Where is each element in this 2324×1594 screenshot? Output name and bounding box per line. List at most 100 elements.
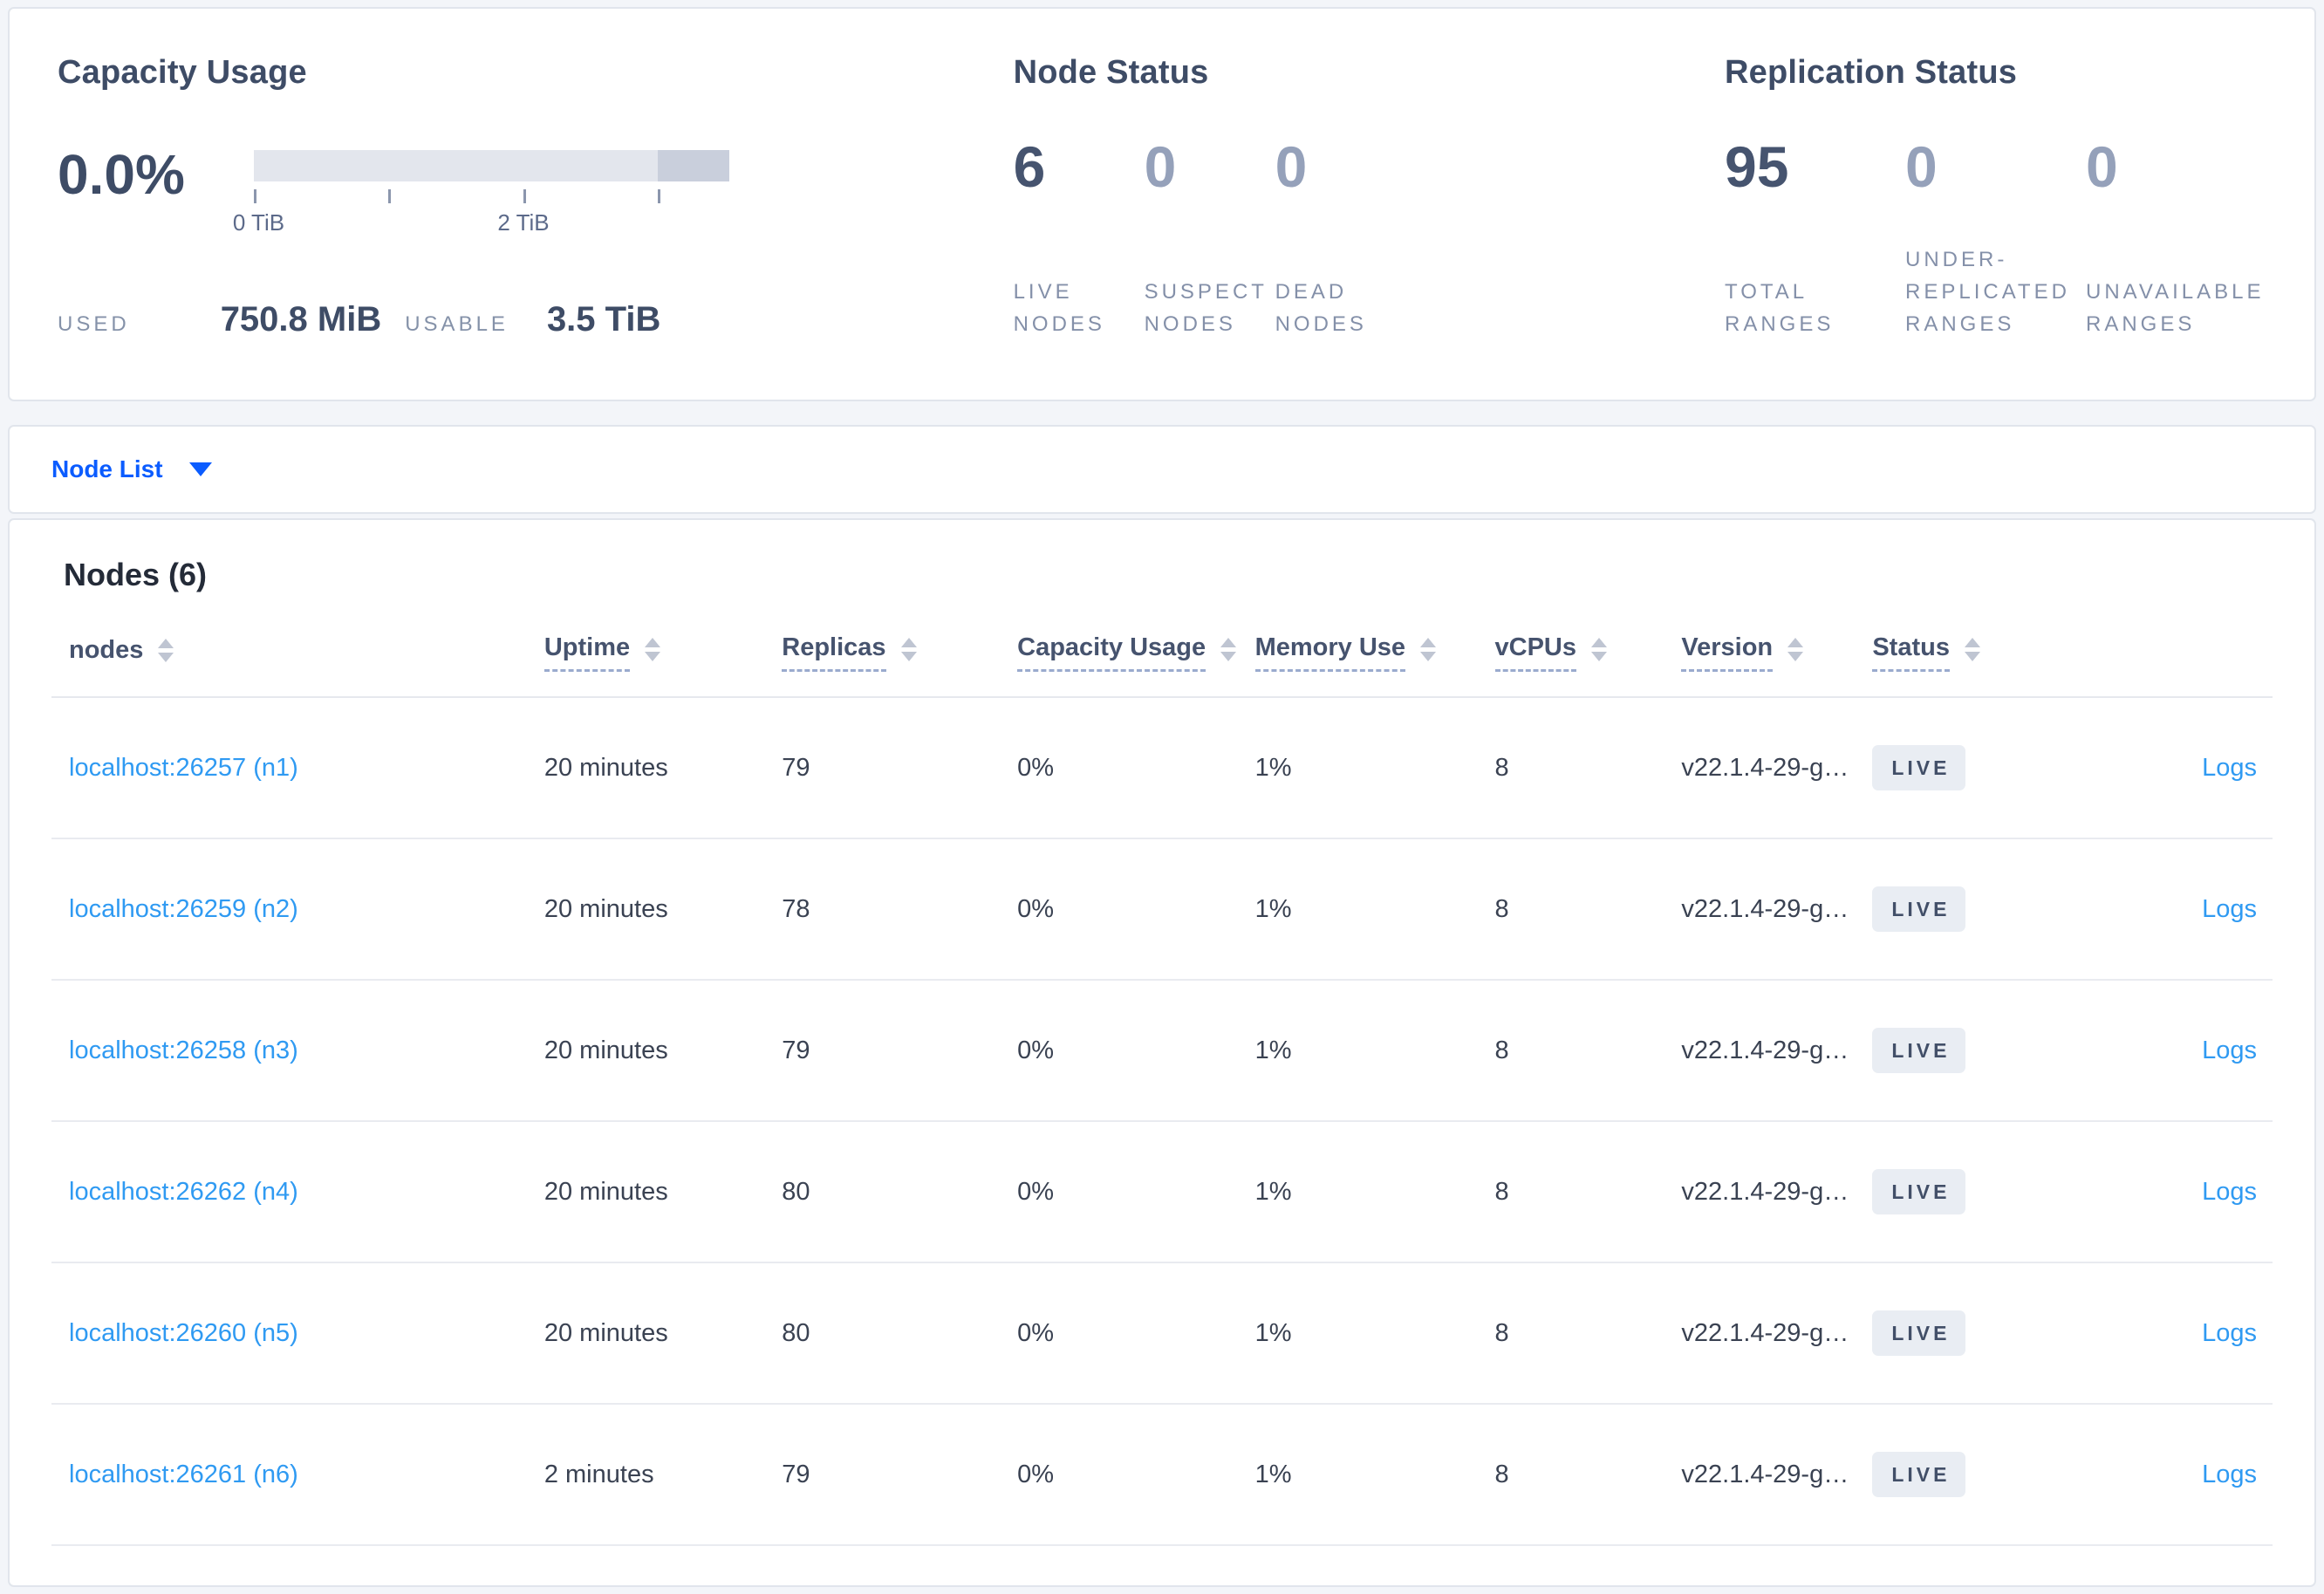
capacity-axis-ticks — [254, 189, 729, 203]
capacity-bar-dark-segment — [658, 150, 729, 181]
table-row: localhost:26261 (n6) 2 minutes 79 0% 1% 8 v22.… — [51, 1404, 2273, 1546]
logs-link[interactable]: Logs — [2202, 1461, 2257, 1488]
used-label: USED — [58, 312, 130, 336]
cluster-summary-card: Capacity Usage 0.0% 0 TiB 2 TiB USED 750… — [8, 7, 2316, 401]
node-address-link[interactable]: localhost:26258 (n3) — [69, 1036, 298, 1064]
view-selector-card: Node List — [8, 425, 2316, 514]
node-address-link[interactable]: localhost:26262 (n4) — [69, 1178, 298, 1206]
column-header-version[interactable]: Version — [1664, 633, 1856, 698]
replication-values: 95 0 0 — [1725, 138, 2266, 195]
cell-replicas: 80 — [764, 1121, 1001, 1263]
total-ranges-label: TOTAL RANGES — [1725, 280, 1835, 336]
capacity-gauge: 0.0% 0 TiB 2 TiB — [58, 138, 1014, 237]
node-status-title: Node Status — [1013, 54, 1209, 91]
cluster-overview-page: Capacity Usage 0.0% 0 TiB 2 TiB USED 750… — [0, 0, 2324, 1594]
axis-label-0tib: 0 TiB — [232, 209, 285, 236]
cell-memory: 1% — [1237, 980, 1478, 1122]
capacity-bar — [254, 150, 729, 181]
cell-vcpus: 8 — [1477, 1121, 1664, 1263]
cell-address: localhost:26261 (n6) — [51, 1404, 527, 1546]
cell-memory: 1% — [1237, 697, 1478, 839]
node-address-link[interactable]: localhost:26260 (n5) — [69, 1319, 298, 1347]
table-row: localhost:26259 (n2) 20 minutes 78 0% 1% 8 v22… — [51, 838, 2273, 981]
column-header-status[interactable]: Status — [1855, 633, 2042, 698]
cell-uptime: 20 minutes — [526, 838, 765, 981]
logs-link[interactable]: Logs — [2202, 1319, 2257, 1347]
cell-status: LIVE — [1855, 980, 2042, 1122]
nodes-table-title: Nodes (6) — [64, 557, 208, 592]
column-header-replicas[interactable]: Replicas — [764, 633, 1001, 698]
cell-status: LIVE — [1855, 838, 2042, 981]
cell-version: v22.1.4-29-g… — [1664, 1121, 1856, 1263]
sort-arrows-icon — [1591, 637, 1608, 668]
cell-status: LIVE — [1855, 1121, 2042, 1263]
dead-nodes-label: DEAD NODES — [1275, 280, 1367, 336]
cell-capacity: 0% — [1000, 838, 1238, 981]
cell-logs: Logs — [2041, 697, 2273, 839]
column-header-logs — [2041, 633, 2273, 698]
unavailable-ranges-label: UNAVAILABLE RANGES — [2086, 280, 2265, 336]
cell-replicas: 79 — [764, 697, 1001, 839]
table-row: localhost:26258 (n3) 20 minutes 79 0% 1% 8 v22… — [51, 980, 2273, 1122]
cell-status: LIVE — [1855, 1404, 2042, 1546]
node-address-link[interactable]: localhost:26261 (n6) — [69, 1461, 298, 1488]
cell-memory: 1% — [1237, 1262, 1478, 1405]
cell-address: localhost:26257 (n1) — [51, 697, 527, 839]
status-badge: LIVE — [1872, 1310, 1966, 1356]
cell-address: localhost:26262 (n4) — [51, 1121, 527, 1263]
cell-logs: Logs — [2041, 1121, 2273, 1263]
node-status-values: 6 0 0 — [1014, 138, 1725, 195]
axis-tick — [388, 189, 392, 203]
total-ranges-count: 95 — [1725, 134, 1789, 199]
live-nodes-label: LIVE NODES — [1013, 280, 1105, 336]
cell-memory: 1% — [1237, 838, 1478, 981]
cell-vcpus: 8 — [1477, 1262, 1664, 1405]
table-header-row: nodes Uptime Replicas Capacity Usage Mem… — [51, 633, 2273, 698]
cell-replicas: 80 — [764, 1262, 1001, 1405]
cell-uptime: 2 minutes — [526, 1404, 765, 1546]
column-header-memory-use[interactable]: Memory Use — [1237, 633, 1478, 698]
cell-capacity: 0% — [1000, 697, 1238, 839]
node-address-link[interactable]: localhost:26257 (n1) — [69, 754, 298, 782]
column-header-nodes[interactable]: nodes — [51, 633, 527, 698]
status-badge: LIVE — [1872, 1028, 1966, 1073]
node-address-link[interactable]: localhost:26259 (n2) — [69, 895, 298, 923]
sort-arrows-icon — [1964, 637, 1980, 668]
axis-label-2tib: 2 TiB — [497, 209, 550, 236]
logs-link[interactable]: Logs — [2202, 895, 2257, 923]
cell-vcpus: 8 — [1477, 838, 1664, 981]
replication-status-title: Replication Status — [1725, 54, 2018, 91]
cell-capacity: 0% — [1000, 1121, 1238, 1263]
unavailable-ranges-count: 0 — [2086, 134, 2118, 199]
cell-replicas: 78 — [764, 838, 1001, 981]
under-replicated-ranges-label: UNDER-REPLICATED RANGES — [1905, 248, 2070, 336]
cell-address: localhost:26258 (n3) — [51, 980, 527, 1122]
cell-version: v22.1.4-29-g… — [1664, 1262, 1856, 1405]
capacity-axis-labels: 0 TiB 2 TiB — [233, 209, 729, 237]
capacity-percent-value: 0.0% — [58, 143, 185, 206]
node-list-dropdown[interactable]: Node List — [51, 455, 212, 483]
cell-address: localhost:26260 (n5) — [51, 1262, 527, 1405]
live-nodes-count: 6 — [1013, 134, 1046, 199]
logs-link[interactable]: Logs — [2202, 1178, 2257, 1206]
capacity-usage-title: Capacity Usage — [58, 54, 307, 91]
logs-link[interactable]: Logs — [2202, 754, 2257, 782]
sort-arrows-icon — [645, 637, 661, 668]
column-header-capacity-usage[interactable]: Capacity Usage — [1000, 633, 1238, 698]
node-list-dropdown-label: Node List — [51, 455, 163, 482]
cell-status: LIVE — [1855, 1262, 2042, 1405]
logs-link[interactable]: Logs — [2202, 1036, 2257, 1064]
axis-tick — [523, 189, 526, 203]
node-status-panel: Node Status 6 0 0 LIVE NODES SUSPECT NOD… — [1014, 52, 1725, 400]
column-header-vcpus[interactable]: vCPUs — [1477, 633, 1664, 698]
nodes-table: nodes Uptime Replicas Capacity Usage Mem… — [51, 633, 2273, 1546]
cell-uptime: 20 minutes — [526, 1121, 765, 1263]
sort-arrows-icon — [158, 639, 174, 669]
table-row: localhost:26262 (n4) 20 minutes 80 0% 1% 8 v22… — [51, 1121, 2273, 1263]
cell-uptime: 20 minutes — [526, 1262, 765, 1405]
table-row: localhost:26257 (n1) 20 minutes 79 0% 1% 8 v22… — [51, 697, 2273, 839]
cell-status: LIVE — [1855, 697, 2042, 839]
cell-vcpus: 8 — [1477, 980, 1664, 1122]
column-header-uptime[interactable]: Uptime — [526, 633, 765, 698]
capacity-usage-panel: Capacity Usage 0.0% 0 TiB 2 TiB USED 750… — [58, 52, 1014, 400]
